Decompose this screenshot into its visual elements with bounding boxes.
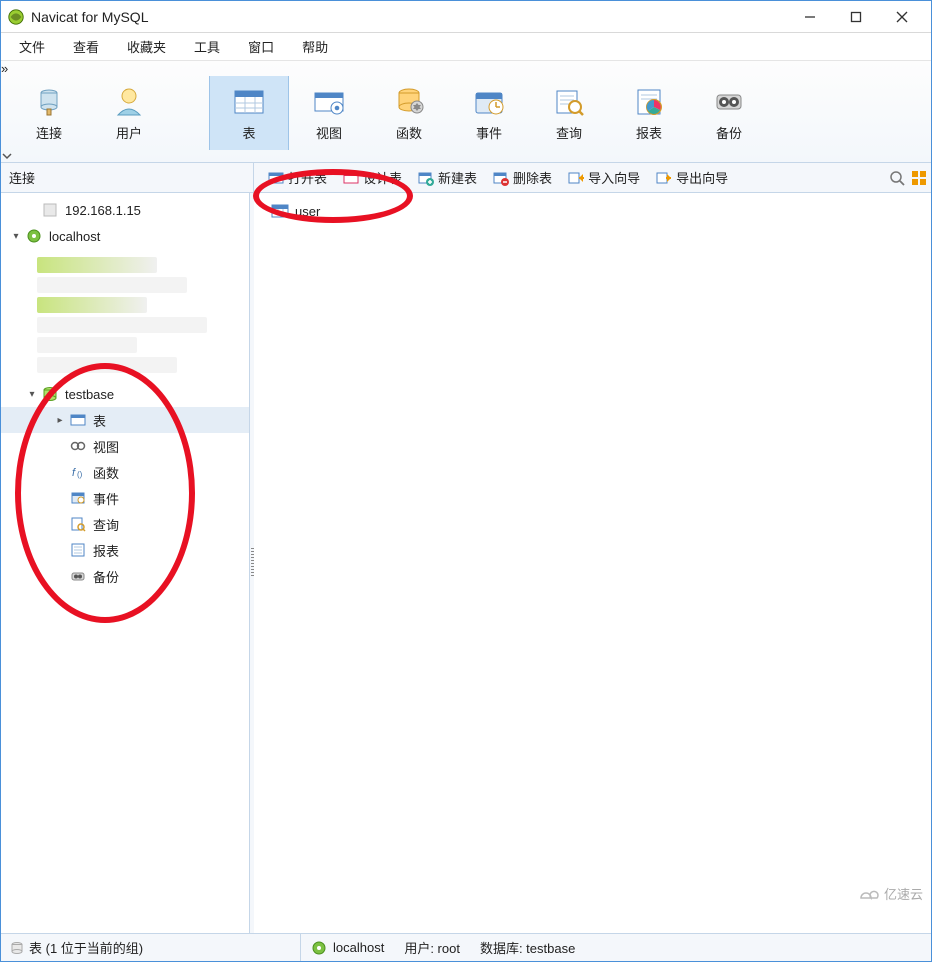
- tree-node[interactable]: f() 函数: [1, 459, 253, 485]
- titlebar: Navicat for MySQL: [1, 1, 931, 33]
- toolbar-view[interactable]: 视图: [289, 76, 369, 150]
- tree-node-label: 备份: [93, 567, 119, 586]
- server-on-icon: [25, 227, 43, 245]
- report-node-icon: [69, 541, 87, 559]
- report-icon: [632, 85, 666, 119]
- tree-database[interactable]: ▾ testbase: [1, 381, 253, 407]
- status-host: localhost: [333, 940, 384, 955]
- status-user: 用户: root: [404, 938, 460, 957]
- export-wizard-icon: [656, 170, 672, 186]
- delete-table-button[interactable]: 删除表: [485, 166, 560, 189]
- database-icon: [9, 940, 25, 956]
- object-list: user: [254, 193, 931, 933]
- tree-node-label: 函数: [93, 463, 119, 482]
- toolbar-overflow-icon[interactable]: »: [1, 61, 8, 76]
- connection-icon: [32, 85, 66, 119]
- tree-node-label: 事件: [93, 489, 119, 508]
- backup-icon: [712, 85, 746, 119]
- toolbar-connection[interactable]: 连接: [9, 76, 89, 150]
- status-database: 数据库: testbase: [480, 938, 575, 957]
- open-table-button[interactable]: 打开表: [260, 166, 335, 189]
- toolbar-dropdown-icon[interactable]: [1, 150, 931, 162]
- query-node-icon: [69, 515, 87, 533]
- new-table-icon: [418, 170, 434, 186]
- tree-node[interactable]: 视图: [1, 433, 253, 459]
- tree-node[interactable]: 备份: [1, 563, 253, 589]
- table-icon: [232, 85, 266, 119]
- import-wizard-button[interactable]: 导入向导: [560, 166, 648, 189]
- tree-node[interactable]: ▸表: [1, 407, 253, 433]
- tree-node-label: 查询: [93, 515, 119, 534]
- delete-table-icon: [493, 170, 509, 186]
- tree-node[interactable]: 查询: [1, 511, 253, 537]
- maximize-button[interactable]: [833, 3, 879, 31]
- connection-tree: 192.168.1.15 ▾ localhost: [1, 193, 254, 933]
- function-icon: [392, 85, 426, 119]
- tree-node-label: 报表: [93, 541, 119, 560]
- minimize-button[interactable]: [787, 3, 833, 31]
- user-icon: [112, 85, 146, 119]
- svg-text:f: f: [72, 467, 76, 479]
- menu-help[interactable]: 帮助: [288, 33, 342, 60]
- fn-node-icon: f(): [69, 463, 87, 481]
- toolbar-user[interactable]: 用户: [89, 76, 169, 150]
- backup-node-icon: [69, 567, 87, 585]
- table-item[interactable]: user: [264, 199, 327, 223]
- view-node-icon: [69, 437, 87, 455]
- toolbar-backup[interactable]: 备份: [689, 76, 769, 150]
- status-left-text: 表 (1 位于当前的组): [29, 938, 143, 957]
- design-table-icon: [343, 170, 359, 186]
- query-icon: [552, 85, 586, 119]
- open-table-icon: [268, 170, 284, 186]
- tree-node[interactable]: 事件: [1, 485, 253, 511]
- watermark: 亿速云: [858, 884, 923, 903]
- table-item-label: user: [295, 204, 320, 219]
- import-wizard-icon: [568, 170, 584, 186]
- app-icon: [7, 8, 25, 26]
- tree-connection[interactable]: 192.168.1.15: [1, 197, 253, 223]
- toolbar-query[interactable]: 查询: [529, 76, 609, 150]
- design-table-button[interactable]: 设计表: [335, 166, 410, 189]
- export-wizard-button[interactable]: 导出向导: [648, 166, 736, 189]
- object-toolbar: 连接 打开表 设计表 新建表 删除表 导入向导: [1, 163, 931, 193]
- main-toolbar: 连接 用户 表 视图: [1, 76, 931, 150]
- chevron-down-icon[interactable]: ▾: [25, 389, 39, 400]
- new-table-button[interactable]: 新建表: [410, 166, 485, 189]
- window-title: Navicat for MySQL: [31, 9, 787, 25]
- toolbar-function[interactable]: 函数: [369, 76, 449, 150]
- menu-window[interactable]: 窗口: [234, 33, 288, 60]
- server-off-icon: [41, 201, 59, 219]
- toolbar-event[interactable]: 事件: [449, 76, 529, 150]
- toolbar-report[interactable]: 报表: [609, 76, 689, 150]
- close-button[interactable]: [879, 3, 925, 31]
- database-on-icon: [41, 385, 59, 403]
- menu-tools[interactable]: 工具: [180, 33, 234, 60]
- server-on-icon: [311, 940, 327, 956]
- search-icon[interactable]: [889, 170, 905, 186]
- table-icon: [271, 202, 289, 220]
- tree-node-label: 表: [93, 411, 106, 430]
- menu-favorites[interactable]: 收藏夹: [113, 33, 180, 60]
- menu-view[interactable]: 查看: [59, 33, 113, 60]
- chevron-right-icon[interactable]: ▸: [53, 415, 67, 426]
- view-icon: [312, 85, 346, 119]
- menubar: 文件 查看 收藏夹 工具 窗口 帮助: [1, 33, 931, 61]
- event-node-icon: [69, 489, 87, 507]
- tree-node[interactable]: 报表: [1, 537, 253, 563]
- connection-panel-header: 连接: [1, 163, 254, 192]
- svg-text:(): (): [77, 470, 83, 479]
- tree-connection[interactable]: ▾ localhost: [1, 223, 253, 249]
- table-icon: [69, 411, 87, 429]
- event-icon: [472, 85, 506, 119]
- grid-view-icon[interactable]: [911, 170, 927, 186]
- chevron-down-icon[interactable]: ▾: [9, 231, 23, 242]
- menu-file[interactable]: 文件: [5, 33, 59, 60]
- tree-node-label: 视图: [93, 437, 119, 456]
- toolbar-table[interactable]: 表: [209, 76, 289, 150]
- statusbar: 表 (1 位于当前的组) localhost 用户: root 数据库: tes…: [1, 933, 931, 961]
